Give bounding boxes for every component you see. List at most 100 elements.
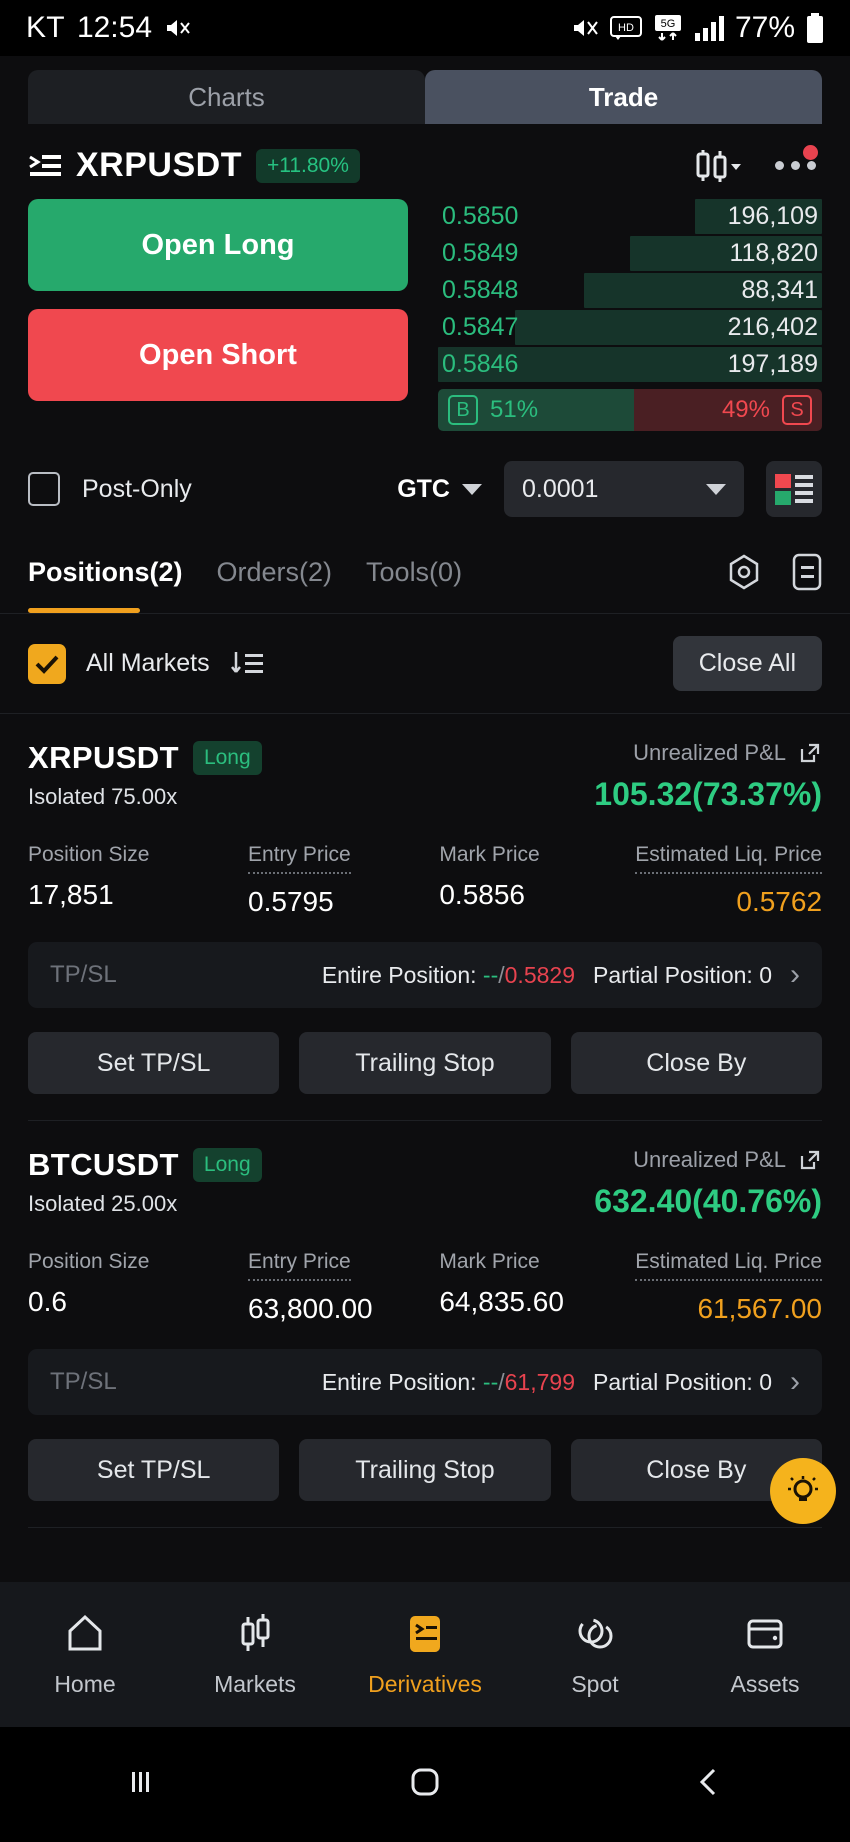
orderbook-layout-icon[interactable] xyxy=(766,461,822,517)
tick-size-value: 0.0001 xyxy=(522,474,599,503)
chevron-right-icon[interactable]: › xyxy=(790,958,800,992)
chevron-down-icon xyxy=(462,483,482,495)
metric-mark-price: Mark Price 0.5856 xyxy=(439,843,630,918)
position-card-header: XRPUSDT Long Isolated 75.00x Unrealized … xyxy=(28,740,822,813)
nav-assets[interactable]: Assets xyxy=(680,1611,850,1698)
home-circle-icon[interactable] xyxy=(405,1762,445,1807)
order-buttons: Open Long Open Short xyxy=(28,199,408,431)
order-book-row[interactable]: 0.5849 118,820 xyxy=(438,236,822,271)
order-book-row[interactable]: 0.5848 88,341 xyxy=(438,273,822,308)
partial-position-group: Partial Position: 0 xyxy=(593,962,772,989)
markets-filter-row: All Markets Close All xyxy=(0,614,850,713)
tab-trade[interactable]: Trade xyxy=(425,70,822,124)
sell-ratio-side: 49% S xyxy=(633,389,822,431)
derivatives-icon xyxy=(402,1611,448,1657)
status-bar-left: KT 12:54 xyxy=(26,11,192,45)
order-book-price: 0.5848 xyxy=(442,276,519,304)
metric-label: Position Size xyxy=(28,843,150,866)
target-icon[interactable] xyxy=(726,553,762,591)
tick-size-dropdown[interactable]: 0.0001 xyxy=(504,461,744,517)
tpsl-label: TP/SL xyxy=(50,1368,117,1395)
unrealized-pnl-label: Unrealized P&L xyxy=(633,1147,786,1172)
partial-position-group: Partial Position: 0 xyxy=(593,1369,772,1396)
nav-markets[interactable]: Markets xyxy=(170,1611,340,1698)
post-only-checkbox[interactable] xyxy=(28,472,60,506)
metric-position-size: Position Size 17,851 xyxy=(28,843,248,918)
buy-tag: B xyxy=(448,395,478,425)
metric-liq-price: Estimated Liq. Price 61,567.00 xyxy=(631,1250,823,1325)
tpsl-row[interactable]: TP/SL Entire Position: --/0.5829 Partial… xyxy=(28,942,822,1008)
metric-entry-price: Entry Price 63,800.00 xyxy=(248,1250,439,1325)
spot-swap-icon xyxy=(572,1611,618,1657)
close-by-button[interactable]: Close By xyxy=(570,1032,822,1094)
order-book[interactable]: 0.5850 196,109 0.5849 118,820 0.5848 88,… xyxy=(438,199,822,431)
back-icon[interactable] xyxy=(691,1764,727,1805)
position-pnl: Unrealized P&L 632.40(40.76%) xyxy=(594,1147,822,1220)
metric-label: Entry Price xyxy=(248,843,351,874)
phone-screen: KT 12:54 HD 5G 77% Charts Trade XRPUSDT … xyxy=(0,0,850,1842)
metric-label: Entry Price xyxy=(248,1250,351,1281)
trailing-stop-button[interactable]: Trailing Stop xyxy=(299,1032,551,1094)
chevron-right-icon[interactable]: › xyxy=(790,1365,800,1399)
candlestick-icon[interactable] xyxy=(693,148,741,184)
all-markets-label: All Markets xyxy=(86,649,210,677)
battery-icon xyxy=(806,13,824,43)
time-in-force-dropdown[interactable]: GTC xyxy=(397,475,482,504)
position-card: XRPUSDT Long Isolated 75.00x Unrealized … xyxy=(0,714,850,1114)
nav-home[interactable]: Home xyxy=(0,1611,170,1698)
positions-tabs: Positions(2) Orders(2) Tools(0) xyxy=(0,517,850,613)
symbol-change-badge: +11.80% xyxy=(255,148,360,183)
position-margin-mode: Isolated 25.00x xyxy=(28,1191,178,1216)
stop-loss-value: 0.5829 xyxy=(504,961,575,988)
metric-label: Position Size xyxy=(28,1250,150,1273)
open-short-button[interactable]: Open Short xyxy=(28,309,408,401)
position-symbol: XRPUSDT xyxy=(28,740,179,775)
partial-position-value: 0 xyxy=(759,1368,772,1395)
order-book-price: 0.5849 xyxy=(442,239,519,267)
all-markets-checkbox[interactable] xyxy=(28,643,66,684)
order-book-qty: 216,402 xyxy=(727,313,818,341)
document-list-icon[interactable] xyxy=(792,553,822,591)
order-book-row[interactable]: 0.5847 216,402 xyxy=(438,310,822,345)
position-metrics: Position Size 0.6 Entry Price 63,800.00 … xyxy=(28,1250,823,1325)
nav-label: Home xyxy=(54,1671,116,1697)
tab-orders[interactable]: Orders(2) xyxy=(217,557,333,610)
recents-icon[interactable] xyxy=(123,1764,159,1805)
trailing-stop-button[interactable]: Trailing Stop xyxy=(299,1439,551,1501)
close-all-button[interactable]: Close All xyxy=(672,636,822,691)
tpsl-row[interactable]: TP/SL Entire Position: --/61,799 Partial… xyxy=(28,1349,822,1415)
tab-tools[interactable]: Tools(0) xyxy=(366,557,462,610)
metric-value: 0.5856 xyxy=(439,879,525,910)
candlestick-icon xyxy=(232,1611,278,1657)
more-dots-icon[interactable] xyxy=(775,145,818,170)
external-link-icon[interactable] xyxy=(798,1148,822,1172)
trade-area: Open Long Open Short 0.5850 196,109 0.58… xyxy=(0,199,850,431)
notification-badge-dot xyxy=(803,145,818,160)
bottom-navigation: Home Markets Derivatives Spot Assets xyxy=(0,1582,850,1727)
nav-derivatives[interactable]: Derivatives xyxy=(340,1611,510,1698)
position-side-badge: Long xyxy=(192,741,262,775)
metric-value: 17,851 xyxy=(28,879,114,910)
tab-positions[interactable]: Positions(2) xyxy=(28,557,183,610)
symbol-selector[interactable]: XRPUSDT +11.80% xyxy=(28,146,360,185)
position-side-badge: Long xyxy=(192,1148,262,1182)
list-detail-icon xyxy=(28,153,62,179)
nav-label: Derivatives xyxy=(368,1671,482,1697)
post-only-label: Post-Only xyxy=(82,474,192,503)
tpsl-label: TP/SL xyxy=(50,961,117,988)
open-long-button[interactable]: Open Long xyxy=(28,199,408,291)
lightbulb-icon[interactable] xyxy=(770,1458,836,1524)
external-link-icon[interactable] xyxy=(798,741,822,765)
order-book-price: 0.5850 xyxy=(442,202,519,230)
tab-charts[interactable]: Charts xyxy=(28,70,425,124)
sort-descending-icon[interactable] xyxy=(230,650,264,678)
take-profit-value: -- xyxy=(482,961,499,988)
order-book-row[interactable]: 0.5846 197,189 xyxy=(438,347,822,382)
wallet-icon xyxy=(742,1611,788,1657)
order-book-row[interactable]: 0.5850 196,109 xyxy=(438,199,822,234)
set-tpsl-button[interactable]: Set TP/SL xyxy=(28,1032,280,1094)
set-tpsl-button[interactable]: Set TP/SL xyxy=(28,1439,280,1501)
metric-value: 63,800.00 xyxy=(248,1293,373,1324)
order-book-price: 0.5847 xyxy=(442,313,519,341)
nav-spot[interactable]: Spot xyxy=(510,1611,680,1698)
